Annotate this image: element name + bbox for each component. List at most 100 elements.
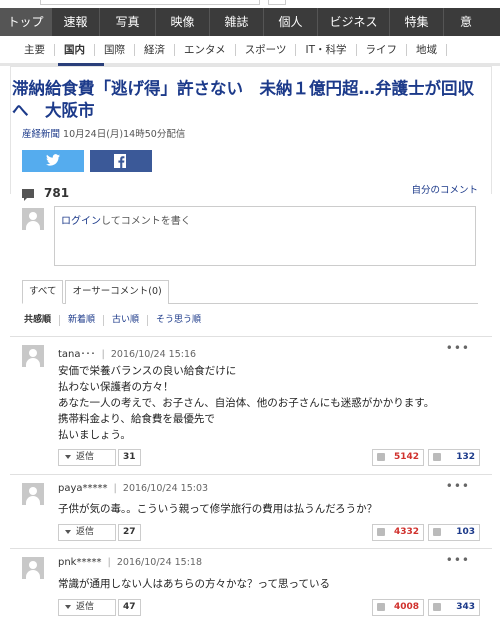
- comment-line: 安価で栄養バランスの良い給食だけに: [58, 365, 237, 377]
- comment-line: 常識が通用しない人はあちらの方々かな？って思っている: [58, 578, 330, 590]
- reply-button[interactable]: 返信: [58, 524, 116, 541]
- main-nav: トップ 速報 写真 映像 雑誌 個人 ビジネス 特集 意: [0, 8, 500, 36]
- tab-author-comments[interactable]: オーサーコメント(0): [65, 280, 169, 304]
- comment-body: 子供が気の毒。。こういう親って修学旅行の費用は払うんだろうか？: [58, 501, 478, 517]
- commenter-name[interactable]: pnk*****: [58, 557, 101, 568]
- sort-agree[interactable]: そう思う順: [148, 315, 209, 326]
- comment-meta: pnk***** | 2016/10/24 15:18: [58, 557, 203, 568]
- agree-count: 5142: [393, 452, 419, 462]
- sub-nav-item-main[interactable]: 主要: [18, 43, 55, 56]
- comment-time: 2016/10/24 15:16: [110, 349, 197, 360]
- reply-button[interactable]: 返信: [58, 449, 116, 466]
- main-nav-item-top[interactable]: トップ: [0, 8, 52, 36]
- commenter-avatar: [22, 345, 44, 367]
- dropdown-triangle-icon: [65, 604, 71, 609]
- sub-nav-item-international[interactable]: 国際: [95, 43, 135, 56]
- sub-nav-item-life[interactable]: ライフ: [357, 43, 407, 56]
- reply-label: 返信: [76, 527, 95, 537]
- reply-label: 返信: [76, 602, 95, 612]
- thumbs-up-icon: [377, 453, 385, 461]
- agree-button[interactable]: 4008: [372, 599, 424, 616]
- more-options-icon[interactable]: •••: [446, 553, 470, 567]
- top-strip: [0, 0, 500, 8]
- comment-line: あなた一人の考えで、お子さん、自治体、他のお子さんにも迷惑がかかります。: [58, 397, 435, 409]
- agree-button[interactable]: 5142: [372, 449, 424, 466]
- comment-item: paya***** | 2016/10/24 15:03 ••• 子供が気の毒。。こ…: [10, 474, 492, 546]
- dropdown-triangle-icon: [65, 454, 71, 459]
- my-comments-link[interactable]: 自分のコメント: [411, 182, 478, 196]
- disagree-button[interactable]: 132: [428, 449, 480, 466]
- main-nav-item-more[interactable]: 意: [444, 8, 500, 36]
- sort-newest[interactable]: 新着順: [60, 314, 105, 326]
- thumbs-down-icon: [433, 603, 441, 611]
- sub-nav-item-entertainment[interactable]: エンタメ: [175, 43, 236, 56]
- current-user-avatar: [22, 208, 44, 230]
- main-nav-item-video[interactable]: 映像: [156, 8, 210, 36]
- tab-all[interactable]: すべて: [22, 280, 64, 304]
- facebook-f-icon: [114, 154, 126, 168]
- comment-line: 払わない保護者の方々！: [58, 381, 174, 393]
- article-headline[interactable]: 滞納給食費「逃げ得」許さない 未納１億円超…弁護士が回収へ 大阪市: [12, 78, 482, 122]
- reply-count: 27: [118, 524, 141, 541]
- comment-tabs: すべて オーサーコメント(0): [22, 280, 478, 304]
- search-box-edge[interactable]: [40, 0, 260, 5]
- comment-bubble-icon: [22, 189, 34, 201]
- disagree-count: 103: [456, 527, 475, 537]
- more-options-icon[interactable]: •••: [446, 341, 470, 355]
- reply-count: 31: [118, 449, 141, 466]
- agree-button[interactable]: 4332: [372, 524, 424, 541]
- reply-label: 返信: [76, 452, 95, 462]
- article-datetime: 10月24日(月)14時50分配信: [63, 129, 186, 140]
- comment-body: 常識が通用しない人はあちらの方々かな？って思っている: [58, 576, 478, 592]
- comment-item: pnk***** | 2016/10/24 15:18 ••• 常識が通用しない人は…: [10, 548, 492, 620]
- comment-line: 子供が気の毒。。こういう親って修学旅行の費用は払うんだろうか？: [58, 503, 378, 515]
- comment-item: tana･･･ | 2016/10/24 15:16 ••• 安価で栄養バランスの良…: [10, 336, 492, 470]
- sub-nav-item-it-science[interactable]: IT・科学: [296, 43, 357, 56]
- search-button-edge[interactable]: [268, 0, 286, 5]
- more-options-icon[interactable]: •••: [446, 479, 470, 493]
- thumbs-up-icon: [377, 528, 385, 536]
- twitter-share-button[interactable]: [22, 150, 84, 172]
- main-nav-item-photo[interactable]: 写真: [100, 8, 156, 36]
- comment-count: 781: [22, 186, 70, 201]
- disagree-count: 343: [456, 602, 475, 612]
- comment-compose-box[interactable]: ログインしてコメントを書く: [54, 206, 476, 266]
- commenter-name[interactable]: paya*****: [58, 483, 108, 494]
- publisher-link[interactable]: 産経新聞: [22, 129, 60, 140]
- reply-button[interactable]: 返信: [58, 599, 116, 616]
- reply-count: 47: [118, 599, 141, 616]
- twitter-bird-icon: [46, 154, 60, 166]
- sub-nav-item-domestic[interactable]: 国内: [55, 43, 95, 56]
- main-nav-item-business[interactable]: ビジネス: [318, 8, 390, 36]
- comment-body: 安価で栄養バランスの良い給食だけに 払わない保護者の方々！ あなた一人の考えで、…: [58, 363, 478, 443]
- main-nav-item-breaking[interactable]: 速報: [52, 8, 100, 36]
- comment-meta: paya***** | 2016/10/24 15:03: [58, 483, 209, 494]
- compose-placeholder: してコメントを書く: [101, 216, 191, 227]
- sub-nav-item-region[interactable]: 地域: [407, 43, 447, 56]
- disagree-button[interactable]: 103: [428, 524, 480, 541]
- sort-oldest[interactable]: 古い順: [104, 314, 149, 326]
- comment-time: 2016/10/24 15:03: [122, 483, 209, 494]
- comment-sort-bar: 共感順 新着順 古い順 そう思う順: [22, 312, 209, 328]
- agree-count: 4008: [393, 602, 419, 612]
- comment-count-value: 781: [44, 186, 70, 200]
- disagree-button[interactable]: 343: [428, 599, 480, 616]
- facebook-share-button[interactable]: [90, 150, 152, 172]
- sub-nav-item-economy[interactable]: 経済: [135, 43, 175, 56]
- thumbs-down-icon: [433, 453, 441, 461]
- article-source: 産経新聞 10月24日(月)14時50分配信: [22, 126, 185, 140]
- main-nav-item-special[interactable]: 特集: [390, 8, 444, 36]
- sub-nav-item-sports[interactable]: スポーツ: [236, 43, 297, 56]
- thumbs-up-icon: [377, 603, 385, 611]
- sort-empathy[interactable]: 共感順: [22, 314, 61, 326]
- comment-meta: tana･･･ | 2016/10/24 15:16: [58, 349, 197, 360]
- login-link[interactable]: ログイン: [61, 216, 101, 227]
- comment-line: 払いましょう。: [58, 429, 131, 441]
- main-nav-item-individual[interactable]: 個人: [264, 8, 318, 36]
- commenter-avatar: [22, 483, 44, 505]
- comment-line: 携帯料金より、給食費を最優先で: [58, 413, 215, 425]
- commenter-name[interactable]: tana･･･: [58, 349, 96, 360]
- main-nav-item-magazine[interactable]: 雑誌: [210, 8, 264, 36]
- thumbs-down-icon: [433, 528, 441, 536]
- disagree-count: 132: [456, 452, 475, 462]
